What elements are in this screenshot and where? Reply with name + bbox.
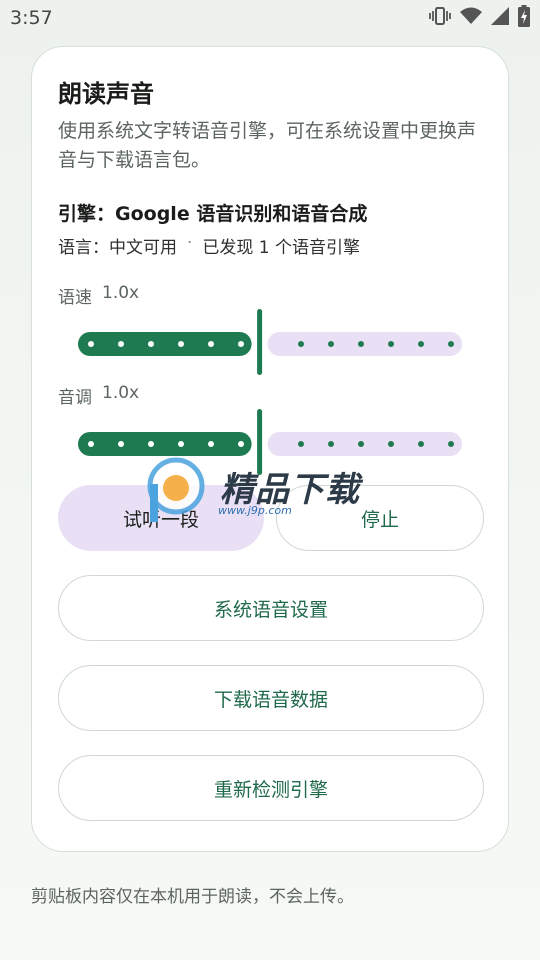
pitch-tick-mark [358,441,364,447]
speed-tick-mark [238,341,244,347]
stop-button[interactable]: 停止 [276,485,484,551]
speed-label: 语速 1.0x [58,283,139,308]
signal-icon [491,7,509,29]
pitch-value: 1.0x [102,383,140,403]
pitch-label: 音调 1.0x [58,383,139,408]
pitch-label-text: 音调 [58,388,92,408]
pitch-tick-mark [178,441,184,447]
battery-charging-icon [518,5,530,31]
speed-tick-mark [208,341,214,347]
card-description: 使用系统文字转语音引擎，可在系统设置中更换声音与下载语言包。 [58,120,477,171]
speed-active-track [78,332,252,356]
stop-button-label: 停止 [360,508,399,531]
system-voice-settings-button[interactable]: 系统语音设置 [58,575,484,641]
redetect-engine-label: 重新检测引擎 [213,778,328,801]
pitch-inactive-track [267,432,462,456]
pitch-tick-mark [118,441,124,447]
speed-tick-mark [148,341,154,347]
download-voice-data-button[interactable]: 下载语音数据 [58,665,484,731]
status-time: 3:57 [10,7,53,29]
speed-inactive-track [267,332,462,356]
pitch-tick-mark [388,441,394,447]
voice-settings-card: 朗读声音 使用系统文字转语音引擎，可在系统设置中更换声音与下载语言包。 引擎：G… [31,46,509,852]
vibrate-icon [429,6,451,30]
language-status: 语言：中文可用 [58,238,177,258]
speed-thumb[interactable] [257,309,263,375]
download-voice-data-label: 下载语音数据 [213,688,328,711]
footer-note: 剪贴板内容仅在本机用于朗读，不会上传。 [31,887,354,907]
pitch-tick-mark [328,441,334,447]
pitch-slider-graphic [78,409,462,475]
language-info: 语言：中文可用 · 已发现 1 个语音引擎 [58,233,360,258]
system-voice-settings-label: 系统语音设置 [213,598,328,621]
preview-button-label: 试听一段 [122,508,199,531]
speed-tick-mark [88,341,94,347]
pitch-slider[interactable] [78,409,462,479]
pitch-tick-mark [448,441,454,447]
redetect-engine-button[interactable]: 重新检测引擎 [58,755,484,821]
language-separator: · [187,233,193,253]
status-bar: 3:57 [0,0,540,38]
pitch-thumb[interactable] [257,409,263,475]
pitch-tick-mark [238,441,244,447]
speed-tick-mark [448,341,454,347]
speed-label-text: 语速 [58,288,92,308]
pitch-tick-mark [148,441,154,447]
pitch-tick-mark [208,441,214,447]
speed-tick-mark [298,341,304,347]
speed-slider[interactable] [78,309,462,379]
speed-value: 1.0x [102,283,140,303]
status-icons [429,5,530,31]
speed-tick-mark [418,341,424,347]
speed-tick-mark [388,341,394,347]
pitch-tick-mark [418,441,424,447]
card-title: 朗读声音 [58,80,154,108]
pitch-tick-mark [88,441,94,447]
wifi-icon [460,7,482,29]
pitch-active-track [78,432,252,456]
speed-tick-mark [358,341,364,347]
speed-tick-mark [328,341,334,347]
pitch-tick-mark [298,441,304,447]
speed-slider-graphic [78,309,462,375]
engine-info: 引擎：Google 语音识别和语音合成 [58,203,368,225]
preview-button[interactable]: 试听一段 [58,485,264,551]
speed-tick-mark [118,341,124,347]
engines-found: 已发现 1 个语音引擎 [202,238,361,258]
speed-tick-mark [178,341,184,347]
